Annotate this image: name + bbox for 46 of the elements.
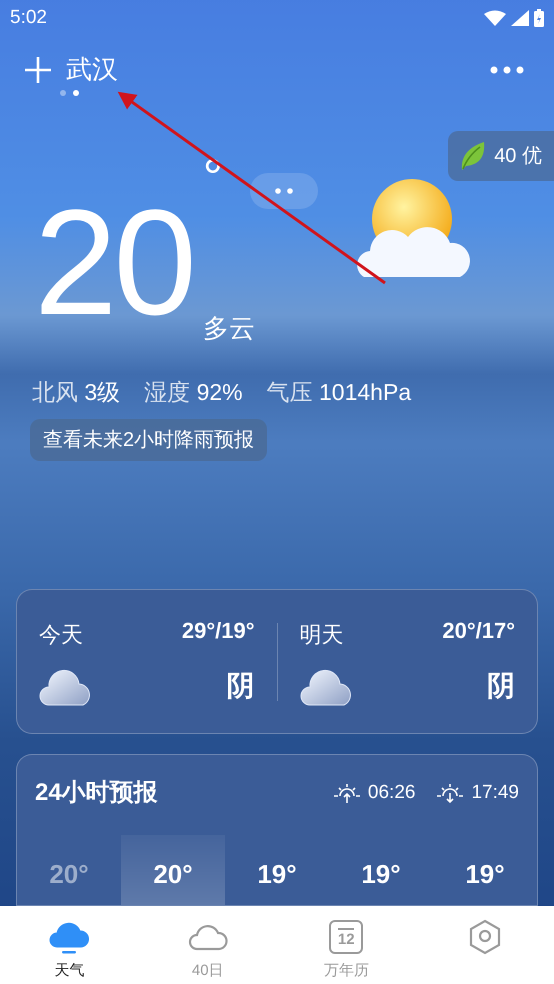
more-icon[interactable] <box>490 66 524 74</box>
day-label: 今天 <box>39 621 83 650</box>
cloud-icon <box>300 669 354 708</box>
weather-condition: 阴 <box>487 669 515 704</box>
wifi-icon <box>484 10 506 26</box>
hourly-column[interactable]: 20° <box>121 834 225 905</box>
hourly-column[interactable]: 19° <box>225 834 329 905</box>
air-quality-badge[interactable]: 40 优 <box>448 131 554 182</box>
city-name[interactable]: 武汉 <box>66 50 118 88</box>
weather-condition: 多云 <box>202 313 255 344</box>
hourly-column[interactable]: 19° <box>433 834 537 905</box>
hourly-title: 24小时预报 <box>35 778 158 808</box>
battery-icon <box>534 9 544 28</box>
temperature-range: 20°/17° <box>442 617 515 646</box>
cloud-icon <box>39 669 93 708</box>
dots-icon <box>275 188 293 194</box>
temperature-range: 29°/19° <box>182 617 254 646</box>
status-time: 5:02 <box>10 6 47 30</box>
tab-label: 天气 <box>54 961 84 981</box>
weather-detail: 气压 1014hPa <box>266 378 412 408</box>
calendar-icon: 12 <box>329 920 364 954</box>
sunset-time: 17:49 <box>471 780 519 805</box>
weather-condition: 阴 <box>226 669 254 704</box>
weather-detail: 湿度 92% <box>144 378 243 408</box>
tab-label: 万年历 <box>324 961 369 981</box>
hourly-temperature: 20° <box>153 858 193 891</box>
rain-forecast-button[interactable]: 查看未来2小时降雨预报 <box>30 419 268 462</box>
weather-detail: 北风 3级 <box>32 378 120 408</box>
nav-tab[interactable]: 12 万年历 <box>277 906 416 984</box>
hourly-temperature: 20° <box>49 858 89 891</box>
temperature-value: 20 <box>34 187 193 338</box>
nav-tab[interactable]: 天气 <box>0 906 138 984</box>
hourly-temperature: 19° <box>361 858 401 891</box>
hourly-column[interactable]: 19° <box>329 834 433 905</box>
nav-tab[interactable]: 40日 <box>138 906 277 984</box>
sunrise-icon <box>332 782 362 804</box>
sunrise-time: 06:26 <box>368 780 416 805</box>
air-quality-value: 40 优 <box>494 144 542 170</box>
hourly-temperature: 19° <box>257 858 297 891</box>
hourly-temperature: 19° <box>465 858 505 891</box>
add-icon[interactable] <box>24 56 52 84</box>
signal-icon <box>511 10 529 26</box>
tab-label: 40日 <box>192 961 224 981</box>
hourly-column[interactable]: 20° <box>17 834 121 905</box>
day-label: 明天 <box>300 621 344 650</box>
sunset-icon <box>435 782 466 804</box>
